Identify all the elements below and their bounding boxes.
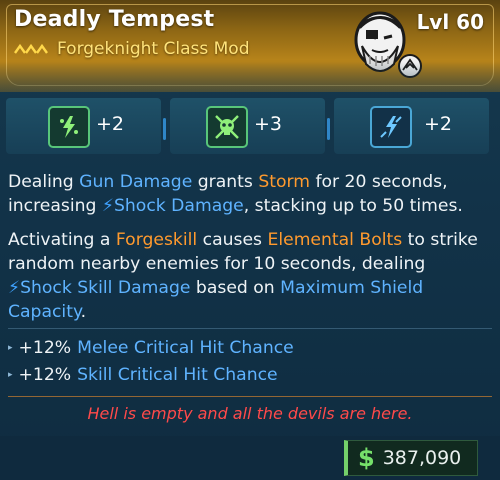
perk-divider: [163, 118, 166, 140]
item-type: Forgeknight Class Mod: [14, 39, 249, 59]
effect-paragraph-2: Activating a Forgeskill causes Elemental…: [8, 228, 494, 324]
stat-value: +12%: [18, 338, 72, 358]
keyword-shock-skill-damage: Shock Skill Damage: [20, 278, 191, 298]
skull-crossed-swords-icon: [206, 106, 248, 148]
forgeknight-portrait-icon: [354, 11, 422, 78]
perk-row: +2 +3 +2: [0, 94, 500, 158]
shock-bolt-skill-icon: [48, 106, 90, 148]
item-name: Deadly Tempest: [14, 7, 215, 32]
shock-bolt-icon: ⚡: [8, 278, 21, 298]
flavor-divider: [8, 396, 492, 397]
item-header: Deadly Tempest Forgeknight Class Mod Lvl…: [0, 0, 500, 92]
keyword-storm: Storm: [258, 172, 310, 192]
text: Dealing: [8, 172, 80, 192]
stat-line: ▸ +12% Melee Critical Hit Chance: [8, 338, 294, 358]
text: based on: [190, 278, 281, 298]
text: .: [80, 302, 87, 322]
effect-paragraph-1: Dealing Gun Damage grants Storm for 20 s…: [8, 170, 494, 218]
price-value: 387,090: [382, 447, 462, 469]
dollar-icon: $: [358, 444, 375, 472]
shock-bolt-icon: ⚡: [101, 196, 114, 216]
perk-slot: +3: [170, 98, 325, 154]
flavor-text: Hell is empty and all the devils are her…: [87, 404, 413, 423]
stat-label: Melee Critical Hit Chance: [77, 338, 294, 358]
text: causes: [197, 230, 268, 250]
keyword-shock-damage: Shock Damage: [114, 196, 244, 216]
price-box: $ 387,090: [344, 440, 478, 476]
item-card: Deadly Tempest Forgeknight Class Mod Lvl…: [0, 0, 500, 480]
perk-slot: +2: [334, 98, 489, 154]
bullet-arrow-icon: ▸: [8, 370, 13, 380]
item-type-label: Forgeknight Class Mod: [57, 39, 250, 59]
perk-divider: [327, 118, 330, 140]
text: Activating a: [8, 230, 116, 250]
stat-label: Skill Critical Hit Chance: [77, 365, 278, 385]
text: , stacking up to 50 times.: [243, 196, 463, 216]
perk-value: +2: [424, 113, 453, 135]
lightning-slash-icon: [370, 106, 412, 148]
perk-slot: +2: [6, 98, 161, 154]
stat-line: ▸ +12% Skill Critical Hit Chance: [8, 365, 278, 385]
text: grants: [192, 172, 259, 192]
bullet-arrow-icon: ▸: [8, 343, 13, 353]
legendary-chevrons-icon: [14, 43, 48, 54]
perk-value: +3: [254, 113, 283, 135]
keyword-elemental-bolts: Elemental Bolts: [267, 230, 403, 250]
stat-value: +12%: [18, 365, 72, 385]
keyword-gun-damage: Gun Damage: [79, 172, 193, 192]
keyword-forgeskill: Forgeskill: [115, 230, 198, 250]
section-divider: [8, 328, 492, 329]
perk-value: +2: [96, 113, 125, 135]
